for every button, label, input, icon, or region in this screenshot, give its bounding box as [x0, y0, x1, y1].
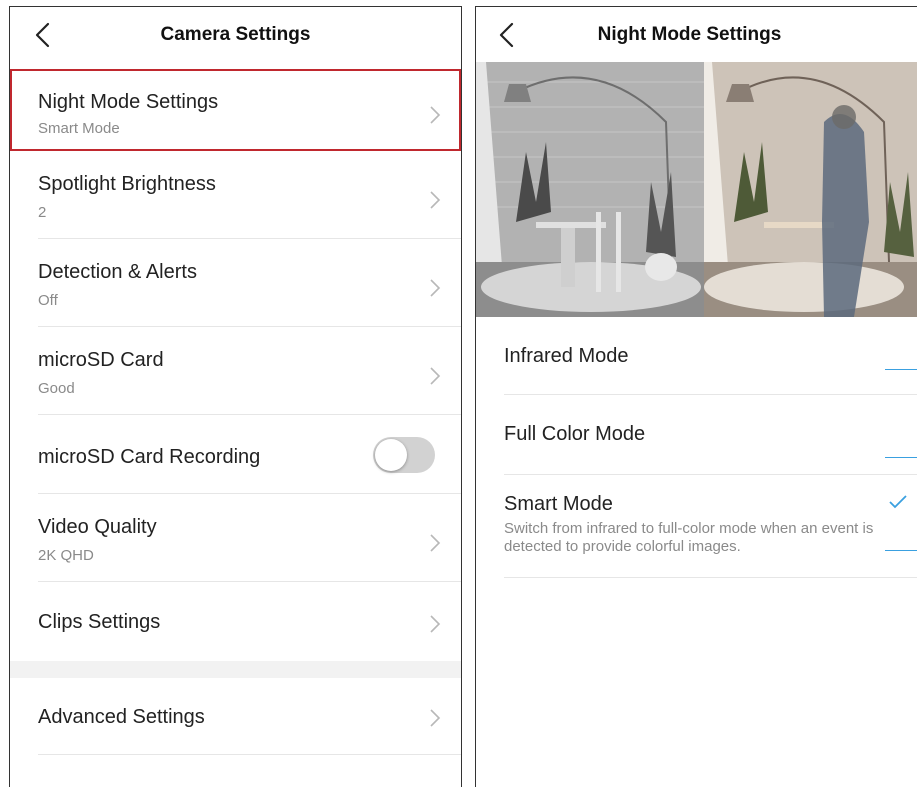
row-title: Clips Settings [38, 611, 161, 633]
chevron-right-icon [430, 279, 441, 297]
option-title: Infrared Mode [504, 345, 629, 367]
row-title: Detection & Alerts [38, 261, 197, 283]
row-divider [38, 754, 461, 755]
room-illustration-color [704, 62, 917, 317]
section-gap [10, 661, 461, 678]
settings-row-microsd-card[interactable]: microSD Card Good [10, 327, 461, 415]
chevron-right-icon [430, 367, 441, 385]
page-title: Night Mode Settings [597, 24, 782, 45]
checkmark-icon [889, 495, 907, 509]
option-indicator [885, 550, 917, 551]
option-divider [504, 577, 917, 578]
option-full-color-mode[interactable]: Full Color Mode [476, 395, 917, 475]
settings-row-video-quality[interactable]: Video Quality 2K QHD [10, 494, 461, 582]
row-title: Spotlight Brightness [38, 173, 216, 195]
full-color-preview [704, 62, 917, 317]
settings-row-detection-alerts[interactable]: Detection & Alerts Off [10, 239, 461, 327]
row-subtitle: Off [38, 292, 58, 309]
option-infrared-mode[interactable]: Infrared Mode [476, 317, 917, 395]
chevron-right-icon [430, 709, 441, 727]
row-title: microSD Card [38, 349, 164, 371]
row-title: microSD Card Recording [38, 446, 261, 468]
option-smart-mode[interactable]: Smart Mode Switch from infrared to full-… [476, 475, 917, 578]
highlight-box [10, 69, 461, 151]
chevron-right-icon [430, 615, 441, 633]
chevron-right-icon [430, 191, 441, 209]
option-description: Switch from infrared to full-color mode … [504, 520, 874, 555]
infrared-preview [476, 62, 704, 317]
row-title: Video Quality [38, 516, 157, 538]
camera-settings-screen: Camera Settings Night Mode Settings Smar… [9, 6, 462, 787]
option-title: Full Color Mode [504, 423, 646, 445]
night-mode-settings-screen: Night Mode Settings Infrared Mode Full C… [475, 6, 917, 787]
settings-row-advanced[interactable]: Advanced Settings [10, 678, 461, 755]
room-illustration-gray [476, 62, 704, 317]
page-title: Camera Settings [160, 24, 311, 45]
night-mode-preview-image [476, 62, 917, 317]
option-indicator [885, 457, 917, 458]
nav-bar: Camera Settings [10, 7, 461, 63]
row-subtitle: 2 [38, 204, 47, 221]
microsd-recording-toggle[interactable] [373, 437, 435, 473]
option-title: Smart Mode [504, 493, 613, 515]
row-title: Advanced Settings [38, 706, 205, 728]
row-subtitle: Good [38, 380, 75, 397]
chevron-right-icon [430, 534, 441, 552]
row-subtitle: 2K QHD [38, 547, 94, 564]
settings-row-clips[interactable]: Clips Settings [10, 582, 461, 661]
nav-bar: Night Mode Settings [476, 7, 917, 63]
settings-row-spotlight-brightness[interactable]: Spotlight Brightness 2 [10, 151, 461, 239]
toggle-knob [375, 439, 407, 471]
option-indicator [885, 369, 917, 370]
